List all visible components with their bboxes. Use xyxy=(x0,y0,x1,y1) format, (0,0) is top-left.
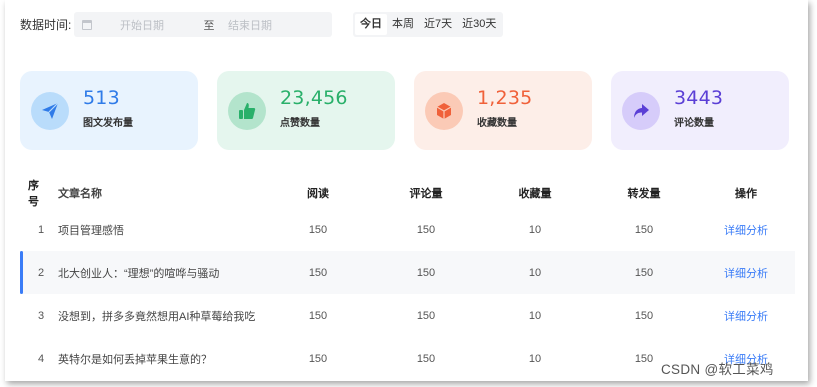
thumbs-up-icon xyxy=(239,102,256,119)
row-read: 150 xyxy=(308,223,328,236)
row-title: 没想到，拼多多竟然想用AI种草莓给我吃 xyxy=(58,310,256,323)
row-comments: 150 xyxy=(416,266,436,279)
row-index: 1 xyxy=(37,223,45,236)
stat-value: 3443 xyxy=(674,86,724,109)
row-title: 北大创业人：“理想”的喧哗与骚动 xyxy=(58,267,220,280)
card-icon-circle xyxy=(31,91,69,130)
header-title: 文章名称 xyxy=(58,188,102,200)
detail-analysis-link[interactable]: 详细分析 xyxy=(716,208,776,251)
card-icon-circle xyxy=(425,91,463,130)
stat-label: 评论数量 xyxy=(674,117,714,129)
csdn-watermark: CSDN @软工菜鸡 xyxy=(661,362,774,377)
row-index: 2 xyxy=(37,266,45,279)
stat-card-favorites: 1,235 收藏数量 xyxy=(414,71,592,150)
row-selected-indicator xyxy=(20,251,23,294)
stat-value: 1,235 xyxy=(477,86,533,109)
detail-analysis-link[interactable]: 详细分析 xyxy=(716,294,776,337)
header-action: 操作 xyxy=(735,188,757,200)
stat-value: 513 xyxy=(83,86,120,109)
stat-card-likes: 23,456 点赞数量 xyxy=(217,71,395,150)
stat-label: 图文发布量 xyxy=(83,117,133,129)
row-shares: 150 xyxy=(634,352,654,365)
header-read: 阅读 xyxy=(307,188,329,200)
table-header: 序号 文章名称 阅读 评论量 收藏量 转发量 操作 xyxy=(20,180,795,208)
box-icon xyxy=(436,102,452,119)
row-read: 150 xyxy=(308,266,328,279)
quick-today-button[interactable]: 今日 xyxy=(355,14,387,35)
end-date-input[interactable]: 结束日期 xyxy=(228,17,298,33)
stat-card-comments: 3443 评论数量 xyxy=(611,71,789,150)
table-row[interactable]: 1 项目管理感悟 150 150 10 150 详细分析 xyxy=(20,208,795,251)
row-favorites: 10 xyxy=(528,309,542,322)
quick-range-group: 今日 本周 近7天 近30天 xyxy=(353,12,504,37)
row-index: 3 xyxy=(37,309,45,322)
row-title: 项目管理感悟 xyxy=(58,224,124,237)
row-favorites: 10 xyxy=(528,223,542,236)
date-range-picker[interactable]: 开始日期 至 结束日期 xyxy=(74,12,332,37)
app-window: 数据时间: 开始日期 至 结束日期 今日 本周 近7天 近30天 513 图文发… xyxy=(5,0,808,381)
share-arrow-icon xyxy=(634,103,649,118)
header-comments: 评论量 xyxy=(409,188,443,200)
date-filter-label: 数据时间: xyxy=(20,18,72,32)
date-range-separator: 至 xyxy=(203,19,215,32)
calendar-icon xyxy=(82,19,92,30)
stat-label: 点赞数量 xyxy=(280,117,320,129)
row-favorites: 10 xyxy=(528,266,542,279)
stat-label: 收藏数量 xyxy=(477,117,517,129)
row-comments: 150 xyxy=(416,223,436,236)
row-title: 英特尔是如何丢掉苹果生意的？ xyxy=(58,353,212,366)
row-shares: 150 xyxy=(634,309,654,322)
stat-card-posts: 513 图文发布量 xyxy=(20,71,198,150)
quick-30days-button[interactable]: 近30天 xyxy=(457,14,501,35)
row-comments: 150 xyxy=(416,309,436,322)
row-read: 150 xyxy=(308,352,328,365)
row-favorites: 10 xyxy=(528,352,542,365)
date-filter: 数据时间: 开始日期 至 结束日期 xyxy=(20,12,332,37)
send-icon xyxy=(42,102,59,119)
card-icon-circle xyxy=(622,91,660,130)
quick-7days-button[interactable]: 近7天 xyxy=(419,14,457,35)
table-row[interactable]: 2 北大创业人：“理想”的喧哗与骚动 150 150 10 150 详细分析 xyxy=(20,251,795,294)
stat-value: 23,456 xyxy=(280,86,348,109)
row-index: 4 xyxy=(37,352,45,365)
row-shares: 150 xyxy=(634,266,654,279)
quick-week-button[interactable]: 本周 xyxy=(387,14,419,35)
row-shares: 150 xyxy=(634,223,654,236)
header-favorites: 收藏量 xyxy=(518,188,552,200)
header-index: 序号 xyxy=(28,180,39,208)
header-shares: 转发量 xyxy=(627,188,661,200)
card-icon-circle xyxy=(228,91,266,130)
start-date-input[interactable]: 开始日期 xyxy=(120,17,190,33)
row-read: 150 xyxy=(308,309,328,322)
row-comments: 150 xyxy=(416,352,436,365)
table-row[interactable]: 3 没想到，拼多多竟然想用AI种草莓给我吃 150 150 10 150 详细分… xyxy=(20,294,795,337)
detail-analysis-link[interactable]: 详细分析 xyxy=(716,251,776,294)
